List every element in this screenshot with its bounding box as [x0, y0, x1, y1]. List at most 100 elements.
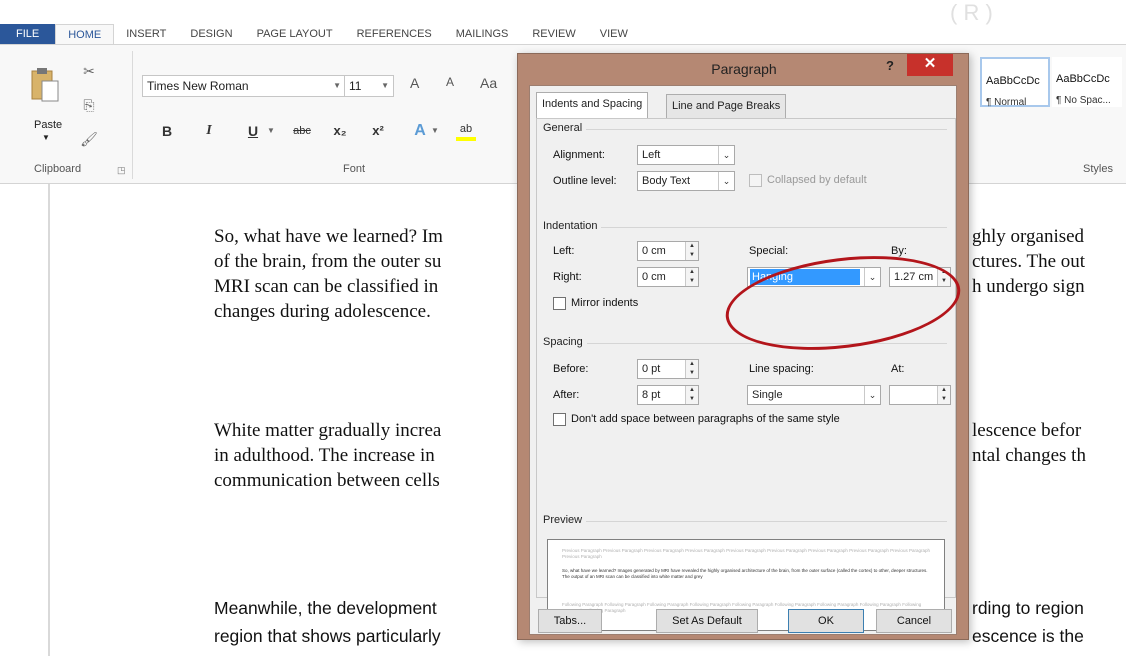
tab-home[interactable]: HOME: [55, 24, 115, 44]
italic-button[interactable]: I: [200, 119, 218, 143]
tab-insert[interactable]: INSERT: [114, 24, 178, 44]
section-divider: [545, 227, 947, 228]
spinner-icon[interactable]: ▲ ▼: [937, 268, 950, 286]
tab-indents-and-spacing[interactable]: Indents and Spacing: [536, 92, 649, 118]
paste-button-label[interactable]: Paste: [34, 119, 62, 131]
section-divider: [545, 129, 947, 130]
close-icon[interactable]: ✕: [907, 54, 953, 76]
spacing-section-title: Spacing: [543, 336, 587, 348]
at-spinner[interactable]: ▲ ▼: [889, 385, 951, 405]
mirror-indents-label: Mirror indents: [571, 297, 639, 309]
after-value: 8 pt: [642, 389, 661, 401]
text-effects-button[interactable]: A: [410, 119, 430, 143]
tab-line-and-page-breaks[interactable]: Line and Page Breaks: [666, 94, 787, 118]
cut-icon[interactable]: ✂: [80, 63, 98, 81]
grow-font-button[interactable]: A: [410, 75, 419, 97]
font-group-label: Font: [343, 163, 366, 175]
spinner-icon[interactable]: ▲ ▼: [685, 360, 698, 378]
tab-mailings[interactable]: MAILINGS: [444, 24, 521, 44]
clipboard-launcher-icon[interactable]: ◳: [117, 165, 126, 176]
by-label: By:: [891, 245, 907, 257]
tabs-button[interactable]: Tabs...: [538, 609, 602, 633]
line-spacing-select[interactable]: Single ⌄: [747, 385, 881, 405]
indent-right-value: 0 cm: [642, 271, 666, 283]
styles-group-label: Styles: [1083, 163, 1113, 175]
indent-right-label: Right:: [553, 271, 582, 283]
special-select[interactable]: Hanging ⌄: [747, 267, 881, 287]
tab-page-layout[interactable]: PAGE LAYOUT: [245, 24, 345, 44]
style-sample: AaBbCcDc: [1056, 73, 1110, 85]
underline-button[interactable]: U: [244, 119, 262, 143]
dialog-title: Paragraph: [711, 61, 777, 77]
spinner-icon[interactable]: ▲ ▼: [937, 386, 950, 404]
spinner-icon[interactable]: ▲ ▼: [685, 268, 698, 286]
underline-dropdown-icon[interactable]: ▼: [266, 119, 276, 143]
styles-gallery: AaBbCcDc ¶ Normal AaBbCcDc ¶ No Spac...: [980, 57, 1126, 111]
set-as-default-button[interactable]: Set As Default: [656, 609, 758, 633]
after-label: After:: [553, 389, 580, 401]
section-divider: [545, 521, 947, 522]
special-value: Hanging: [750, 269, 860, 285]
tab-view[interactable]: VIEW: [588, 24, 640, 44]
clipboard-group-label: Clipboard: [34, 163, 82, 175]
at-label: At:: [891, 363, 905, 375]
indent-left-spinner[interactable]: 0 cm ▲ ▼: [637, 241, 699, 261]
chevron-down-icon: ▼: [333, 81, 341, 90]
subscript-button[interactable]: x₂: [328, 119, 352, 143]
doc-line: lescence befor: [972, 420, 1082, 441]
indent-right-spinner[interactable]: 0 cm ▲ ▼: [637, 267, 699, 287]
copy-icon[interactable]: ⎘: [80, 97, 98, 115]
spinner-icon[interactable]: ▲ ▼: [685, 386, 698, 404]
alignment-value: Left: [642, 149, 661, 161]
mirror-indents-checkbox[interactable]: [553, 297, 566, 310]
indentation-section-title: Indentation: [543, 220, 602, 232]
preview-section-title: Preview: [543, 514, 587, 526]
chevron-down-icon: ⌄: [864, 268, 880, 286]
outline-level-label: Outline level:: [553, 175, 617, 187]
shrink-font-button[interactable]: A: [446, 75, 454, 97]
highlight-button[interactable]: ab: [456, 119, 476, 141]
cancel-button[interactable]: Cancel: [876, 609, 952, 633]
ribbon-tab-bar: ( R ) FILE HOME INSERT DESIGN PAGE LAYOU…: [0, 0, 1126, 44]
font-size-value: 11: [349, 79, 362, 93]
by-spinner[interactable]: 1.27 cm ▲ ▼: [889, 267, 951, 287]
font-family-value: Times New Roman: [147, 79, 249, 93]
document-paragraph-2-right: lescence befor ntal changes th: [972, 418, 1126, 468]
help-icon[interactable]: ?: [886, 58, 894, 73]
tab-review[interactable]: REVIEW: [520, 24, 587, 44]
tab-design[interactable]: DESIGN: [178, 24, 244, 44]
style-name: ¶ No Spac...: [1056, 95, 1111, 106]
tab-references[interactable]: REFERENCES: [345, 24, 444, 44]
spinner-icon[interactable]: ▲ ▼: [685, 242, 698, 260]
doc-line: rding to region: [972, 598, 1084, 618]
bold-button[interactable]: B: [158, 119, 176, 143]
change-case-button[interactable]: Aa: [480, 75, 497, 97]
before-value: 0 pt: [642, 363, 661, 375]
strikethrough-button[interactable]: abc: [288, 119, 316, 143]
text-effects-dropdown-icon[interactable]: ▼: [430, 119, 440, 143]
superscript-button[interactable]: x²: [366, 119, 390, 143]
document-paragraph-3-right: rding to region escence is the: [972, 594, 1126, 650]
font-size-select[interactable]: 11 ▼: [344, 75, 394, 97]
after-spinner[interactable]: 8 pt ▲ ▼: [637, 385, 699, 405]
font-family-select[interactable]: Times New Roman ▼: [142, 75, 346, 97]
alignment-select[interactable]: Left ⌄: [637, 145, 735, 165]
dont-add-space-checkbox[interactable]: [553, 413, 566, 426]
style-normal[interactable]: AaBbCcDc ¶ Normal: [980, 57, 1050, 108]
chevron-down-icon: ⌄: [718, 146, 734, 164]
outline-level-value: Body Text: [642, 175, 691, 187]
background-watermark: ( R ): [950, 0, 993, 25]
ok-button[interactable]: OK: [788, 609, 864, 633]
group-divider: [132, 51, 133, 179]
before-label: Before:: [553, 363, 589, 375]
tab-file[interactable]: FILE: [0, 24, 56, 44]
format-painter-icon[interactable]: 🖌: [80, 131, 98, 149]
outline-level-select[interactable]: Body Text ⌄: [637, 171, 735, 191]
before-spinner[interactable]: 0 pt ▲ ▼: [637, 359, 699, 379]
style-name: ¶ Normal: [986, 97, 1027, 108]
paste-icon[interactable]: [30, 67, 60, 103]
paste-dropdown-icon[interactable]: ▼: [42, 133, 50, 142]
doc-line: escence is the: [972, 626, 1084, 646]
style-no-spacing[interactable]: AaBbCcDc ¶ No Spac...: [1052, 57, 1122, 107]
collapsed-checkbox[interactable]: [749, 174, 762, 187]
